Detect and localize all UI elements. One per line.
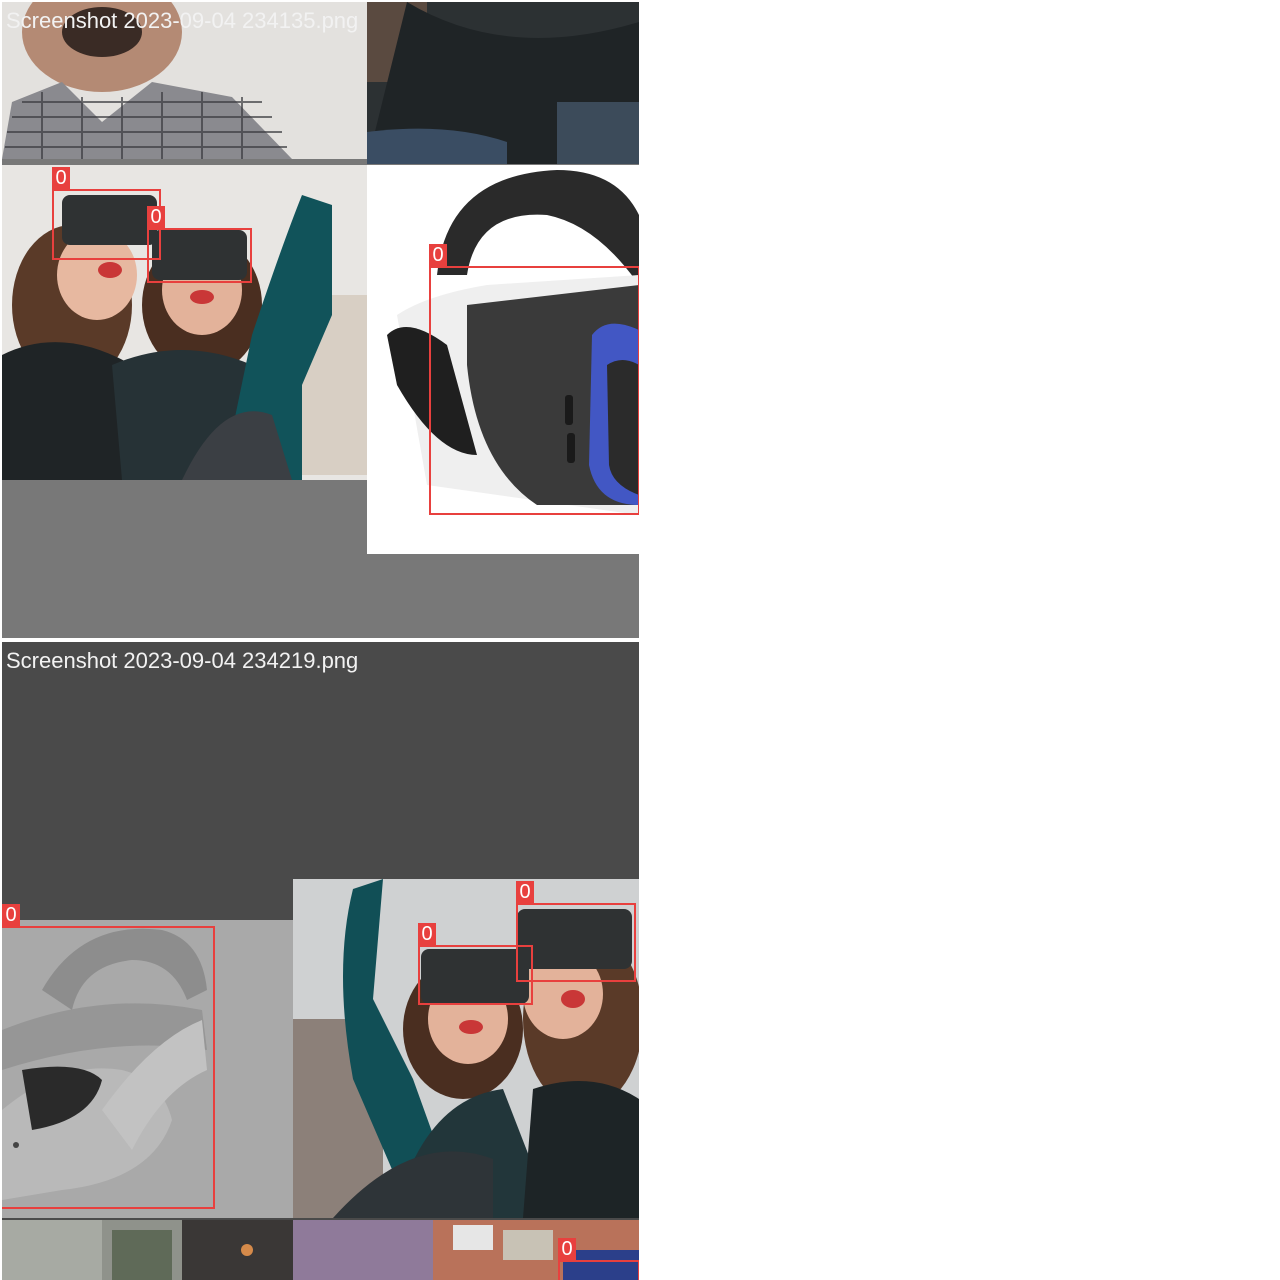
mosaic-1[interactable]: Screenshot 2023-09-04 234135.png 0 0 0 (2, 2, 639, 638)
detection-label: 0 (516, 881, 534, 903)
detection-label: 0 (52, 167, 70, 189)
detection-box[interactable]: 0 (147, 206, 252, 283)
office-image (2, 1220, 293, 1280)
mosaic-2[interactable]: Screenshot 2023-09-04 234219.png 0 0 0 0 (2, 642, 639, 1280)
detection-label: 0 (558, 1238, 576, 1260)
detection-box[interactable]: 0 (558, 1238, 639, 1280)
detection-label: 0 (429, 244, 447, 266)
detection-box[interactable]: 0 (429, 244, 639, 515)
mosaic-caption: Screenshot 2023-09-04 234219.png (6, 648, 359, 673)
detection-label: 0 (2, 904, 20, 926)
detection-box[interactable]: 0 (52, 167, 161, 260)
mosaic-caption: Screenshot 2023-09-04 234135.png (6, 8, 359, 33)
tile-woman-sweater (367, 2, 639, 164)
detection-label: 0 (418, 923, 436, 945)
detection-label: 0 (147, 206, 165, 228)
woman-sweater-image (367, 2, 639, 164)
tile-office (2, 1220, 293, 1280)
detection-box[interactable]: 0 (516, 881, 636, 982)
detection-box[interactable]: 0 (2, 904, 215, 1209)
